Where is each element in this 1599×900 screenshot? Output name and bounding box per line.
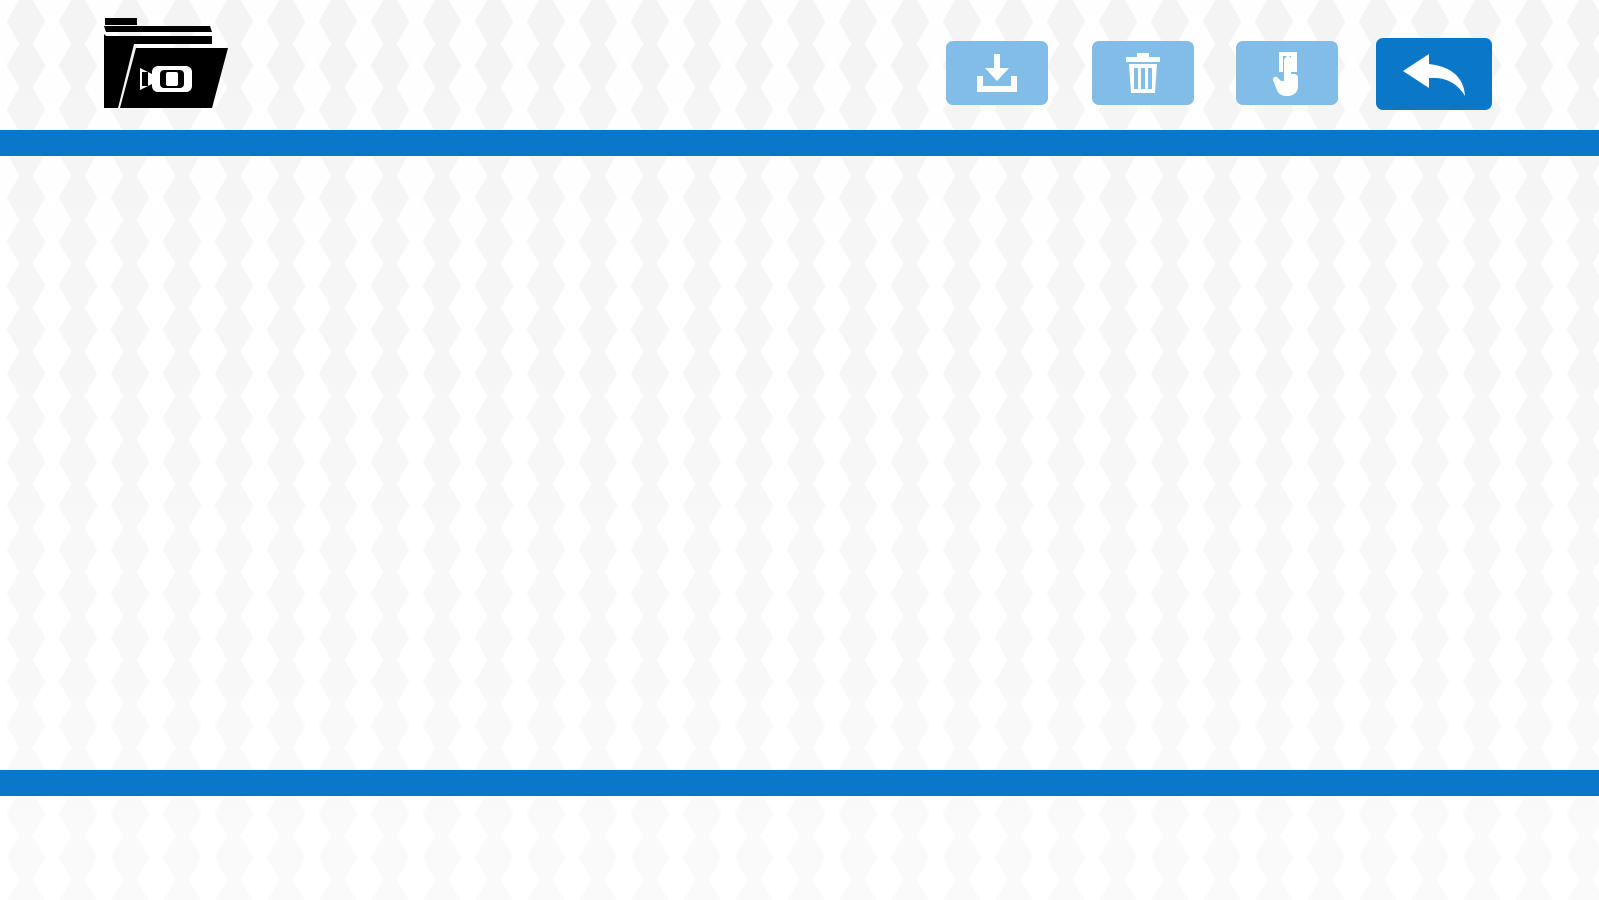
download-icon	[977, 54, 1017, 92]
back-arrow-icon	[1403, 54, 1465, 96]
back-button[interactable]	[1376, 38, 1492, 110]
delete-button[interactable]	[1092, 41, 1194, 105]
footer-area	[0, 796, 1599, 900]
touch-button[interactable]	[1236, 41, 1338, 105]
trash-icon	[1126, 53, 1160, 93]
content-area	[0, 156, 1599, 770]
download-button[interactable]	[946, 41, 1048, 105]
footer-divider	[0, 770, 1599, 796]
app-root	[0, 0, 1599, 900]
header-divider	[0, 130, 1599, 156]
hand-pointer-icon	[1273, 52, 1298, 96]
folder-video-icon	[100, 14, 232, 114]
